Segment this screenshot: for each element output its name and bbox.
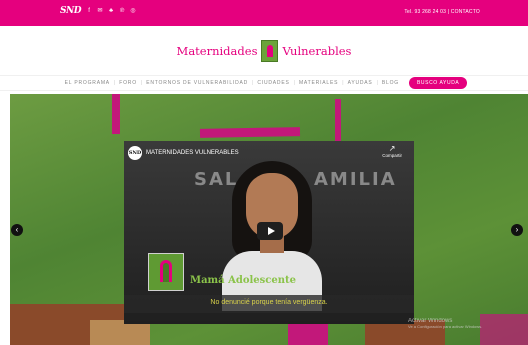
watermark-line2: Ve a Configuración para activar Windows.	[408, 324, 483, 329]
facebook-icon[interactable]: f	[86, 7, 92, 15]
play-icon	[267, 227, 275, 235]
windows-watermark: Activar Windows Ve a Configuración para …	[408, 318, 482, 329]
brand-word-right: Vulnerables	[282, 44, 352, 58]
busco-ayuda-button[interactable]: BUSCO AYUDA	[408, 77, 468, 89]
brand-logo-icon	[261, 40, 279, 62]
pinterest-icon[interactable]: ℗	[119, 7, 125, 15]
video-title[interactable]: MATERNIDADES VULNERABLES	[146, 150, 239, 156]
hero-decor	[199, 127, 301, 138]
nav-item-el-programa[interactable]: EL PROGRAMA	[61, 80, 114, 86]
play-button[interactable]	[257, 222, 283, 240]
social-links: SND f ✉ ♣ ℗ ◎	[60, 6, 136, 16]
slider-prev-arrow-icon[interactable]: ‹	[11, 224, 23, 236]
video-badge-text: Mamá Adolescente	[190, 275, 297, 286]
video-title-bar: SND MATERNIDADES VULNERABLES	[128, 146, 239, 160]
email-icon[interactable]: ✉	[97, 7, 103, 15]
nav-item-entornos[interactable]: ENTORNOS DE VULNERABILIDAD	[142, 80, 252, 86]
video-player[interactable]: SAL AMILIA SND MATERNIDADES VULNERABLES …	[124, 141, 414, 324]
share-arrow-icon: ↗	[388, 144, 396, 153]
share-label: Compartir	[382, 153, 402, 158]
hero-decor	[480, 314, 528, 345]
share-button[interactable]: ↗ Compartir	[382, 144, 402, 159]
brand-word-left: Maternidades	[176, 44, 258, 58]
nav-item-foro[interactable]: FORO	[115, 80, 141, 86]
site-brand[interactable]: Maternidades Vulnerables	[0, 36, 528, 66]
hero-decor	[335, 99, 341, 141]
channel-avatar[interactable]: SND	[128, 146, 142, 160]
share-icon[interactable]: ♣	[108, 7, 114, 15]
video-caption: No denuncié porque tenía vergüenza.	[210, 299, 328, 306]
nav-item-materiales[interactable]: MATERIALES	[295, 80, 342, 86]
top-bar: SND f ✉ ♣ ℗ ◎ Tel. 93 268 24 03 | CONTAC…	[0, 0, 528, 26]
slider-next-arrow-icon[interactable]: ›	[511, 224, 523, 236]
hero-decor	[112, 94, 120, 134]
nav-item-ayudas[interactable]: AYUDAS	[344, 80, 377, 86]
background-sign-right: AMILIA	[314, 169, 397, 190]
nav-item-ciudades[interactable]: CIUDADES	[253, 80, 293, 86]
instagram-icon[interactable]: ◎	[130, 7, 136, 15]
main-nav: EL PROGRAMA | FORO | ENTORNOS DE VULNERA…	[0, 75, 528, 91]
mama-adolescente-logo	[148, 253, 184, 291]
nav-item-blog[interactable]: BLOG	[378, 80, 403, 86]
snd-logo[interactable]: SND	[60, 6, 82, 16]
contact-info[interactable]: Tel. 93 268 24 03 | CONTACTO	[404, 9, 480, 15]
